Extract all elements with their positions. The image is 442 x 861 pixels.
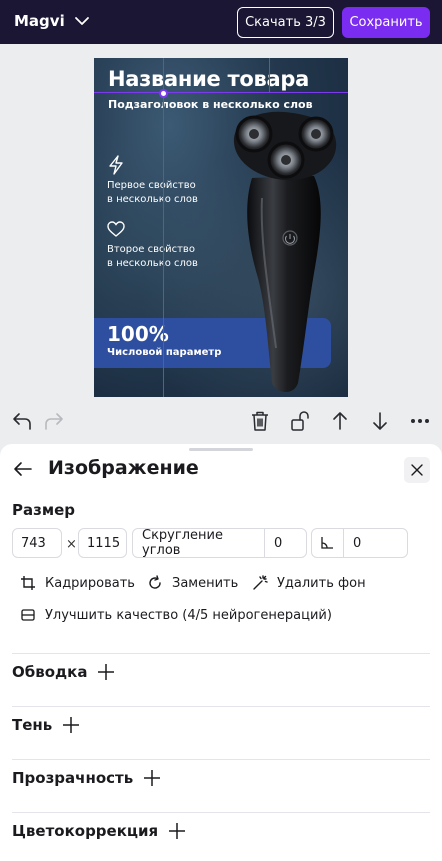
delete-button[interactable]: [247, 408, 273, 434]
feature-1-line-2: в несколько слов: [107, 194, 198, 205]
plus-icon: [169, 823, 186, 839]
download-button[interactable]: Скачать 3/3: [237, 7, 334, 38]
close-icon: [411, 464, 423, 476]
angle-input[interactable]: 0: [343, 529, 407, 557]
corner-angle-icon: [321, 537, 333, 549]
crop-icon: [21, 576, 35, 590]
arrow-up-icon: [333, 412, 347, 430]
stroke-label: Обводка: [12, 663, 88, 681]
divider: [12, 653, 430, 654]
feature-2-text[interactable]: Второе свойство в несколько слов: [107, 243, 217, 271]
feature-2-line-2: в несколько слов: [107, 258, 198, 269]
angle-icon-cell: [312, 529, 343, 557]
plus-icon: [144, 770, 161, 786]
remove-background-button[interactable]: Удалить фон: [252, 575, 366, 591]
corner-rounding-input[interactable]: 0: [264, 529, 306, 557]
enhance-quality-button[interactable]: Улучшить качество (4/5 нейрогенераций): [20, 607, 332, 623]
replace-label: Заменить: [172, 575, 239, 591]
enhance-icon: [21, 609, 35, 621]
lock-button[interactable]: [287, 408, 313, 434]
crop-button[interactable]: Кадрировать: [20, 575, 135, 591]
card-title[interactable]: Название товара: [108, 67, 309, 91]
shaver-image[interactable]: [224, 108, 344, 397]
opacity-section[interactable]: Прозрачность: [12, 769, 161, 787]
remove-background-label: Удалить фон: [277, 575, 366, 591]
top-bar: Magvi Скачать 3/3 Сохранить: [0, 0, 442, 44]
shadow-section[interactable]: Тень: [12, 716, 80, 734]
times-sign: ×: [66, 537, 77, 552]
corner-rounding-label: Скругление углов: [142, 528, 223, 558]
crop-label: Кадрировать: [45, 575, 135, 591]
enhance-quality-label: Улучшить качество (4/5 нейрогенераций): [45, 607, 332, 623]
move-up-button[interactable]: [327, 408, 353, 434]
badge-value[interactable]: 100%: [107, 322, 169, 346]
redo-button[interactable]: [41, 408, 67, 434]
badge-label[interactable]: Числовой параметр: [107, 347, 221, 358]
height-input[interactable]: 1115: [78, 528, 127, 558]
undo-icon: [13, 413, 31, 430]
brand-name: Magvi: [14, 12, 65, 30]
plus-icon: [98, 664, 115, 680]
width-input[interactable]: 743: [12, 528, 62, 558]
feature-1-line-1: Первое свойство: [107, 180, 196, 191]
panel-title: Изображение: [48, 457, 199, 479]
close-button[interactable]: [404, 457, 430, 483]
redo-icon: [45, 413, 63, 430]
selection-guide-vertical: [269, 58, 270, 92]
shadow-label: Тень: [12, 716, 53, 734]
selection-guide-horizontal: [94, 92, 348, 93]
chevron-down-icon: [74, 17, 89, 25]
selection-handle[interactable]: [159, 89, 168, 98]
magic-wand-icon: [253, 575, 268, 590]
back-arrow-icon[interactable]: [13, 459, 33, 479]
divider: [12, 706, 430, 707]
more-button[interactable]: [407, 408, 433, 434]
panel-grabber[interactable]: [189, 448, 253, 451]
corner-rounding-field[interactable]: Скругление углов 0: [132, 528, 307, 558]
opacity-label: Прозрачность: [12, 769, 134, 787]
brand-menu[interactable]: Magvi: [14, 12, 91, 30]
color-correction-section[interactable]: Цветокоррекция: [12, 822, 186, 840]
size-label: Размер: [12, 501, 76, 519]
heart-icon[interactable]: [107, 221, 125, 237]
refresh-icon: [149, 575, 161, 589]
angle-field[interactable]: 0: [311, 528, 408, 558]
unlock-icon: [291, 411, 309, 431]
arrow-down-icon: [373, 412, 387, 430]
undo-button[interactable]: [9, 408, 35, 434]
feature-2-line-1: Второе свойство: [107, 244, 195, 255]
product-card[interactable]: Название товара Подзаголовок в несколько…: [94, 58, 348, 397]
divider: [12, 759, 430, 760]
stroke-section[interactable]: Обводка: [12, 663, 115, 681]
color-correction-label: Цветокоррекция: [12, 822, 159, 840]
more-icon: [411, 419, 429, 423]
move-down-button[interactable]: [367, 408, 393, 434]
lightning-icon[interactable]: [107, 155, 125, 175]
replace-button[interactable]: Заменить: [147, 575, 238, 591]
trash-icon: [252, 411, 268, 431]
divider: [12, 812, 430, 813]
plus-icon: [63, 717, 80, 733]
properties-panel: Изображение Размер 743 × 1115 Скругление…: [0, 444, 442, 861]
save-button[interactable]: Сохранить: [342, 7, 430, 38]
selection-guide-vertical: [163, 58, 164, 397]
feature-1-text[interactable]: Первое свойство в несколько слов: [107, 179, 217, 207]
